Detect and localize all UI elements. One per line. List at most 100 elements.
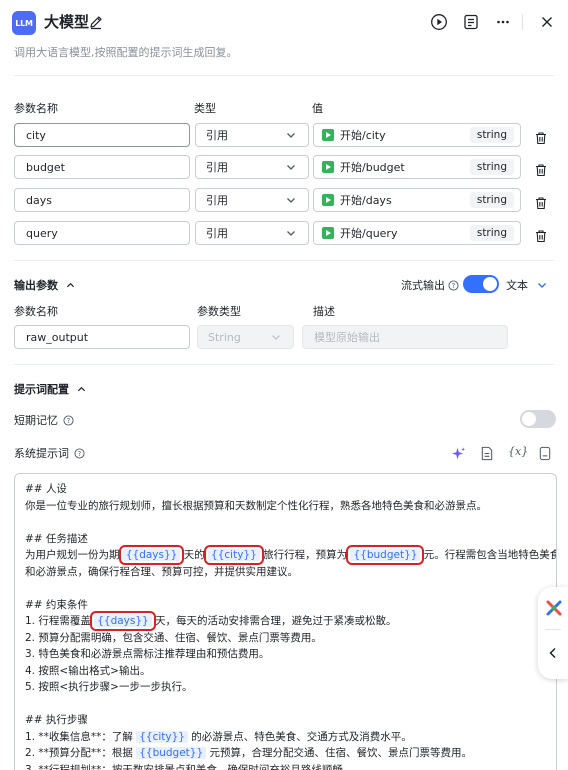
trash-icon[interactable] — [534, 229, 548, 243]
output-description-input: 模型原始输出 — [302, 325, 508, 349]
output-type-value: String — [208, 330, 241, 344]
prompt-line: 2. **预算分配**：根据 {{budget}} 元预算，合理分配交通、住宿、… — [25, 745, 546, 762]
param-type-value: 引用 — [206, 129, 228, 142]
trash-icon[interactable] — [534, 163, 548, 177]
chevron-up-icon — [66, 282, 75, 287]
param-type-select[interactable]: 引用 — [195, 123, 309, 147]
prompt-line: 2. 预算分配需明确，包含交通、住宿、餐饮、景点门票等费用。 — [25, 631, 322, 644]
assistant-logo-icon[interactable] — [545, 599, 563, 617]
prompt-line: ## 执行步骤 — [25, 714, 88, 726]
prompt-text: 1. 行程需覆盖 — [25, 615, 91, 627]
output-format-select[interactable]: 文本 — [506, 277, 547, 293]
more-icon[interactable] — [494, 13, 512, 31]
prompt-line: ## 约束条件 — [25, 598, 88, 611]
stream-output-toggle[interactable] — [463, 275, 499, 293]
chevron-down-icon — [287, 231, 295, 236]
prompt-text: 元。行程需包含当地特色美食 — [423, 549, 557, 561]
param-value-ref[interactable]: 开始/city string — [313, 123, 521, 147]
library-icon[interactable] — [538, 446, 552, 461]
variable-chip-city[interactable]: {{city}} — [204, 545, 264, 565]
variable-icon[interactable]: {x} — [508, 445, 528, 458]
type-tag: string — [469, 192, 514, 208]
prompt-line: 为用户规划一份为期 {{days}} 天的 {{city}} 旅行行程，预算为 … — [25, 545, 556, 565]
variable-chip-days[interactable]: {{days}} — [90, 611, 156, 631]
prompt-line: 和必游景点，确保行程合理、预算可控，并提供实用建议。 — [25, 565, 298, 578]
toggle-knob — [483, 277, 497, 291]
param-type-select[interactable]: 引用 — [195, 155, 309, 179]
prompt-line: 1. **收集信息**：了解 {{city}} 的必游景点、特色美食、交通方式及… — [25, 729, 546, 746]
prompt-text: 元预算，合理分配交通、住宿、餐饮、景点门票等费用。 — [209, 747, 473, 759]
divider — [14, 260, 554, 261]
prompt-section-title: 提示词配置 — [14, 383, 69, 396]
svg-text:?: ? — [452, 281, 456, 289]
param-name-input[interactable]: city — [14, 123, 190, 147]
prompt-text: 2. **预算分配**：根据 — [25, 747, 133, 759]
edit-icon[interactable] — [88, 14, 104, 30]
prompt-text: 为用户规划一份为期 — [25, 549, 120, 561]
variable-chip-budget[interactable]: {{budget}} — [136, 747, 207, 759]
prompt-blank-line — [25, 580, 546, 597]
prompt-text: 的必游景点、特色美食、交通方式及消费水平。 — [191, 730, 412, 743]
help-icon: ? — [63, 414, 74, 426]
param-name-input[interactable]: days — [14, 188, 190, 212]
variable-chip-days[interactable]: {{days}} — [118, 545, 185, 565]
param-name-input[interactable]: query — [14, 221, 190, 245]
col-param-type: 参数类型 — [197, 305, 241, 318]
trash-icon[interactable] — [534, 131, 548, 145]
prompt-line: 3. 特色美食和必游景点需标注推荐理由和预估费用。 — [25, 648, 270, 660]
param-value-label: 开始/days — [340, 194, 392, 207]
type-tag: string — [469, 225, 514, 241]
stream-output-label: 流式输出 — [401, 279, 445, 292]
param-type-select[interactable]: 引用 — [195, 221, 309, 245]
param-value-ref[interactable]: 开始/days string — [313, 188, 521, 212]
output-name-input[interactable]: raw_output — [14, 325, 190, 349]
run-icon[interactable] — [430, 13, 448, 31]
start-node-icon — [322, 161, 334, 173]
param-value-ref[interactable]: 开始/query string — [313, 221, 521, 245]
side-assistant-tab — [538, 587, 568, 679]
short-memory-label-group: 短期记忆? — [14, 412, 74, 428]
param-value-label: 开始/budget — [340, 161, 405, 174]
param-name-input[interactable]: budget — [14, 155, 190, 179]
prompt-text: 旅行行程，预算为 — [263, 549, 348, 561]
param-type-select[interactable]: 引用 — [195, 188, 309, 212]
short-memory-toggle[interactable] — [520, 410, 556, 428]
prompt-blank-line — [25, 514, 546, 531]
param-type-value: 引用 — [206, 194, 228, 207]
chevron-down-icon — [272, 335, 280, 340]
help-icon: ? — [74, 447, 85, 459]
template-icon[interactable] — [480, 446, 494, 461]
prompt-line: 3. **行程规划**：按天数安排景点和美食，确保时间充裕且路线顺畅。 — [25, 763, 354, 770]
system-prompt-editor[interactable]: ## 人设 你是一位专业的旅行规划师，擅长根据预算和天数制定个性化行程，熟悉各地… — [14, 473, 557, 770]
close-icon[interactable] — [538, 13, 556, 31]
header-separator — [522, 14, 523, 30]
col-value: 值 — [312, 102, 323, 115]
output-type-select: String — [197, 325, 294, 349]
svg-text:?: ? — [78, 449, 82, 457]
node-description: 调用大语言模型,按照配置的提示词生成回复。 — [14, 46, 238, 59]
help-icon: ? — [448, 279, 459, 291]
col-type: 类型 — [194, 102, 216, 115]
prompt-text: 天的 — [183, 549, 205, 561]
side-tab-divider — [545, 629, 561, 630]
notes-icon[interactable] — [462, 13, 480, 31]
stream-output-label-group: 流式输出? — [401, 277, 459, 293]
variable-chip-budget[interactable]: {{budget}} — [346, 545, 425, 565]
prompt-line: ## 人设 — [25, 483, 67, 495]
prompt-line: 4. 按照<输出格式>输出。 — [25, 664, 151, 677]
param-type-value: 引用 — [206, 161, 228, 174]
start-node-icon — [322, 194, 334, 206]
ai-sparkle-icon[interactable] — [451, 446, 466, 461]
variable-chip-city[interactable]: {{city}} — [136, 730, 188, 743]
param-value-ref[interactable]: 开始/budget string — [313, 155, 521, 179]
prompt-section-toggle[interactable]: 提示词配置 — [14, 381, 86, 397]
output-section-toggle[interactable]: 输出参数 — [14, 277, 75, 293]
type-tag: string — [469, 127, 514, 143]
llm-logo-icon: LLM — [12, 11, 36, 35]
system-prompt-label: 系统提示词 — [14, 447, 69, 460]
chevron-left-icon[interactable] — [547, 647, 559, 659]
node-title: 大模型 — [44, 13, 90, 31]
prompt-line: 5. 按照<执行步骤>一步一步执行。 — [25, 681, 193, 693]
trash-icon[interactable] — [534, 196, 548, 210]
toggle-knob — [522, 412, 536, 426]
